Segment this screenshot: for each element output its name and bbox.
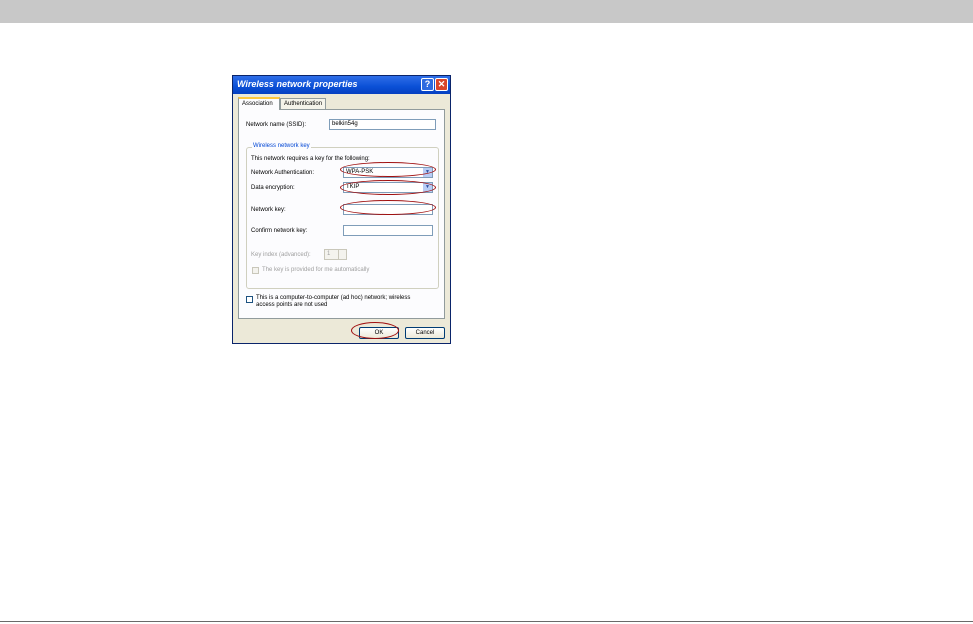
spinner-arrows-icon[interactable] — [338, 250, 346, 259]
network-name-label: Network name (SSID): — [246, 122, 307, 128]
encryption-dropdown[interactable]: TKIP ▼ — [343, 182, 433, 193]
network-key-label: Network key: — [251, 207, 286, 213]
key-required-text: This network requires a key for the foll… — [251, 156, 370, 162]
adhoc-label-line1: This is a computer-to-computer (ad hoc) … — [256, 295, 411, 301]
dialog-title: Wireless network properties — [237, 79, 358, 89]
help-button[interactable]: ? — [421, 78, 434, 91]
cancel-button[interactable]: Cancel — [405, 327, 445, 339]
confirm-key-label: Confirm network key: — [251, 228, 308, 234]
key-index-value: 1 — [327, 251, 331, 257]
encryption-value: TKIP — [346, 184, 360, 190]
confirm-key-field[interactable] — [343, 225, 433, 236]
auto-key-label: The key is provided for me automatically — [262, 267, 370, 273]
association-panel: Network name (SSID): belkin54g Wireless … — [238, 109, 445, 319]
key-index-spinner[interactable]: 1 — [324, 249, 347, 260]
adhoc-checkbox[interactable] — [246, 296, 253, 303]
adhoc-label-line2: access points are not used — [256, 302, 328, 308]
key-index-label: Key index (advanced): — [251, 252, 311, 258]
bottom-divider — [0, 621, 973, 622]
close-button[interactable]: ✕ — [435, 78, 448, 91]
auth-dropdown[interactable]: WPA-PSK ▼ — [343, 167, 433, 178]
wireless-key-group: Wireless network key This network requir… — [246, 143, 439, 289]
ok-button[interactable]: OK — [359, 327, 399, 339]
tab-association[interactable]: Association — [238, 97, 280, 110]
auth-label: Network Authentication: — [251, 170, 315, 176]
group-title: Wireless network key — [252, 143, 311, 149]
title-bar[interactable]: Wireless network properties ? ✕ — [233, 76, 450, 94]
auth-value: WPA-PSK — [346, 169, 374, 175]
network-name-field[interactable]: belkin54g — [329, 119, 436, 130]
wireless-network-properties-dialog: Wireless network properties ? ✕ Associat… — [232, 75, 451, 344]
auto-key-checkbox[interactable] — [252, 267, 259, 274]
top-bar — [0, 0, 973, 23]
chevron-down-icon[interactable]: ▼ — [423, 168, 432, 177]
network-key-field[interactable] — [343, 204, 433, 215]
chevron-down-icon[interactable]: ▼ — [423, 183, 432, 192]
encryption-label: Data encryption: — [251, 185, 295, 191]
